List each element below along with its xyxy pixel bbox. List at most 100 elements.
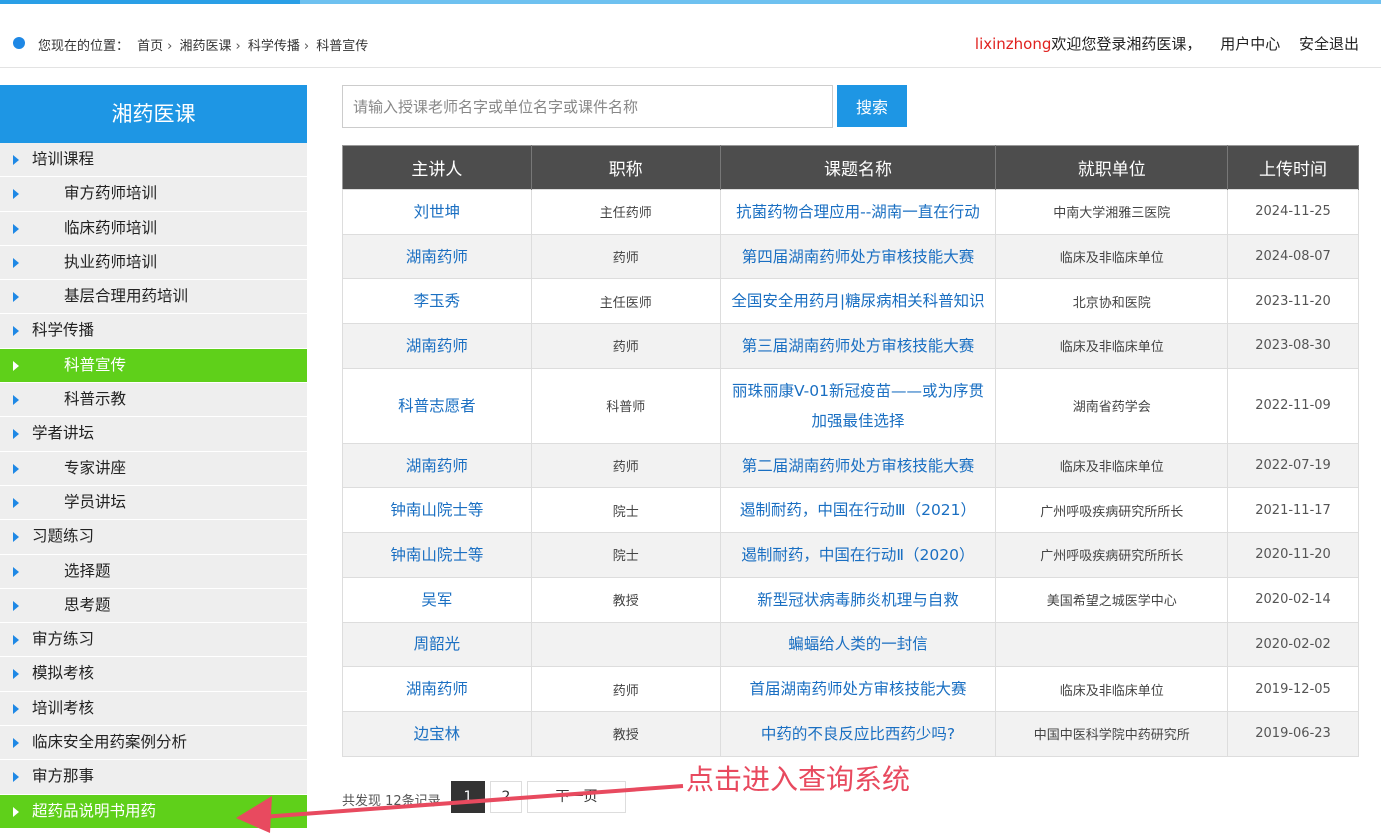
topic-link[interactable]: 丽珠丽康V-01新冠疫苗——或为序贯加强最佳选择	[719, 367, 997, 444]
sidebar-item-label: 科学传播	[32, 321, 95, 340]
date-cell: 2019-12-05	[1227, 666, 1359, 712]
sidebar-item-label: 超药品说明书用药	[32, 801, 157, 820]
sidebar: 湘药医课 培训课程 审方药师培训 临床药师培训 执业药师培训 基层合理用药培训 科学传播科…	[0, 85, 307, 829]
sidebar-item-17[interactable]: 临床安全用药案例分析	[0, 726, 307, 761]
logout-link[interactable]: 安全退出	[1299, 35, 1359, 53]
topic-link[interactable]: 第三届湖南药师处方审核技能大赛	[719, 323, 997, 369]
speaker-link[interactable]: 李玉秀	[342, 278, 532, 325]
speaker-link[interactable]: 湖南药师	[342, 442, 532, 489]
topic-link[interactable]: 中药的不良反应比西药少吗?	[719, 710, 997, 757]
sidebar-item-5[interactable]: 科学传播	[0, 314, 307, 349]
table-row: 刘世坤 主任药师 抗菌药物合理应用--湖南一直在行动 中南大学湘雅三医院 2024-11…	[342, 189, 1359, 235]
breadcrumb: 您现在的位置： 首页 › 湘药医课 › 科学传播 › 科普宣传	[38, 35, 372, 54]
sidebar-item-label: 学员讲坛	[64, 492, 127, 511]
sidebar-item-label: 临床药师培训	[64, 218, 158, 237]
sidebar-item-label: 思考题	[64, 595, 111, 614]
col-header-date: 上传时间	[1227, 145, 1359, 190]
user-info: lixinzhong欢迎您登录湘药医课， 用户中心 安全退出	[975, 33, 1359, 54]
location-dot-icon	[13, 37, 25, 49]
caret-right-icon	[13, 257, 19, 268]
caret-right-icon	[13, 635, 19, 646]
date-cell: 2023-08-30	[1227, 323, 1359, 369]
org-cell: 美国希望之城医学中心	[995, 576, 1229, 623]
sidebar-item-14[interactable]: 审方练习	[0, 623, 307, 658]
breadcrumb-home[interactable]: 首页	[137, 39, 163, 54]
sidebar-item-0[interactable]: 培训课程	[0, 143, 307, 178]
date-cell: 2022-11-09	[1227, 367, 1359, 444]
org-cell: 临床及非临床单位	[995, 233, 1229, 280]
sidebar-item-18[interactable]: 审方那事	[0, 760, 307, 795]
speaker-link[interactable]: 周韶光	[342, 621, 532, 668]
sidebar-item-label: 临床安全用药案例分析	[32, 733, 188, 752]
sidebar-item-16[interactable]: 培训考核	[0, 691, 307, 727]
org-cell: 临床及非临床单位	[995, 666, 1229, 712]
next-page-button[interactable]: 下一页	[527, 781, 626, 813]
speaker-link[interactable]: 吴军	[342, 576, 532, 623]
sidebar-item-4[interactable]: 基层合理用药培训	[0, 280, 307, 315]
topic-link[interactable]: 遏制耐药，中国在行动Ⅱ（2020）	[719, 532, 997, 578]
speaker-link[interactable]: 科普志愿者	[342, 367, 532, 444]
sidebar-item-label: 审方练习	[32, 630, 95, 649]
breadcrumb-science[interactable]: 科学传播	[248, 39, 300, 54]
sidebar-item-1[interactable]: 审方药师培训	[0, 177, 307, 212]
title-cell: 药师	[530, 666, 721, 712]
org-cell: 广州呼吸疾病研究所所长	[995, 532, 1229, 578]
topic-link[interactable]: 蝙蝠给人类的一封信	[719, 621, 997, 668]
topic-link[interactable]: 遏制耐药，中国在行动Ⅲ（2021）	[719, 487, 997, 534]
sidebar-item-9[interactable]: 专家讲座	[0, 451, 307, 486]
date-cell: 2022-07-19	[1227, 442, 1359, 489]
caret-right-icon	[13, 326, 19, 337]
table-header-row: 主讲人 职称 课题名称 就职单位 上传时间	[342, 145, 1359, 190]
sidebar-item-6[interactable]: 科普宣传	[0, 348, 307, 384]
sidebar-item-15[interactable]: 模拟考核	[0, 657, 307, 692]
user-center-link[interactable]: 用户中心	[1220, 35, 1280, 53]
col-header-org: 就职单位	[995, 145, 1229, 190]
title-cell: 院士	[530, 487, 721, 534]
pagination-summary: 共发现 12条记录	[342, 794, 441, 809]
topic-link[interactable]: 首届湖南药师处方审核技能大赛	[719, 666, 997, 712]
sidebar-item-12[interactable]: 选择题	[0, 554, 307, 589]
speaker-link[interactable]: 边宝林	[342, 710, 532, 757]
sidebar-item-19[interactable]: 超药品说明书用药	[0, 794, 307, 829]
breadcrumb-xiangyao[interactable]: 湘药医课	[180, 39, 232, 54]
sidebar-item-10[interactable]: 学员讲坛	[0, 485, 307, 521]
topic-link[interactable]: 第四届湖南药师处方审核技能大赛	[719, 233, 997, 280]
caret-right-icon	[13, 292, 19, 303]
caret-right-icon	[13, 429, 19, 440]
speaker-link[interactable]: 湖南药师	[342, 323, 532, 369]
sidebar-item-7[interactable]: 科普示教	[0, 383, 307, 418]
course-table: 主讲人 职称 课题名称 就职单位 上传时间 刘世坤 主任药师 抗菌药物合理应用--湖…	[342, 145, 1359, 757]
table-row: 周韶光 蝙蝠给人类的一封信 2020-02-02	[342, 621, 1359, 668]
caret-right-icon	[13, 532, 19, 543]
page-2-button[interactable]: 2	[490, 781, 522, 813]
speaker-link[interactable]: 钟南山院士等	[342, 532, 532, 578]
sidebar-item-label: 基层合理用药培训	[64, 287, 189, 306]
title-cell: 药师	[530, 323, 721, 369]
topic-link[interactable]: 第二届湖南药师处方审核技能大赛	[719, 442, 997, 489]
sidebar-item-label: 培训课程	[32, 150, 95, 168]
org-cell: 临床及非临床单位	[995, 442, 1229, 489]
speaker-link[interactable]: 刘世坤	[342, 189, 532, 235]
org-cell: 广州呼吸疾病研究所所长	[995, 487, 1229, 534]
search-button[interactable]: 搜索	[837, 85, 907, 127]
topic-link[interactable]: 抗菌药物合理应用--湖南一直在行动	[719, 189, 997, 235]
caret-right-icon	[13, 772, 19, 783]
caret-right-icon	[13, 360, 19, 371]
topic-link[interactable]: 新型冠状病毒肺炎机理与自救	[719, 576, 997, 623]
speaker-link[interactable]: 湖南药师	[342, 666, 532, 712]
sidebar-item-2[interactable]: 临床药师培训	[0, 211, 307, 246]
topic-link[interactable]: 全国安全用药月|糖尿病相关科普知识	[719, 278, 997, 325]
date-cell: 2019-06-23	[1227, 710, 1359, 757]
location-label: 您现在的位置：	[38, 39, 130, 54]
search-input[interactable]	[342, 85, 833, 128]
caret-right-icon	[13, 738, 19, 749]
username: lixinzhong	[974, 35, 1052, 53]
speaker-link[interactable]: 湖南药师	[342, 233, 532, 280]
caret-right-icon	[13, 669, 19, 680]
sidebar-item-3[interactable]: 执业药师培训	[0, 245, 307, 281]
page-1-button[interactable]: 1	[451, 781, 485, 813]
speaker-link[interactable]: 钟南山院士等	[342, 487, 532, 534]
sidebar-item-11[interactable]: 习题练习	[0, 520, 307, 555]
sidebar-item-8[interactable]: 学者讲坛	[0, 417, 307, 452]
sidebar-item-13[interactable]: 思考题	[0, 588, 307, 624]
